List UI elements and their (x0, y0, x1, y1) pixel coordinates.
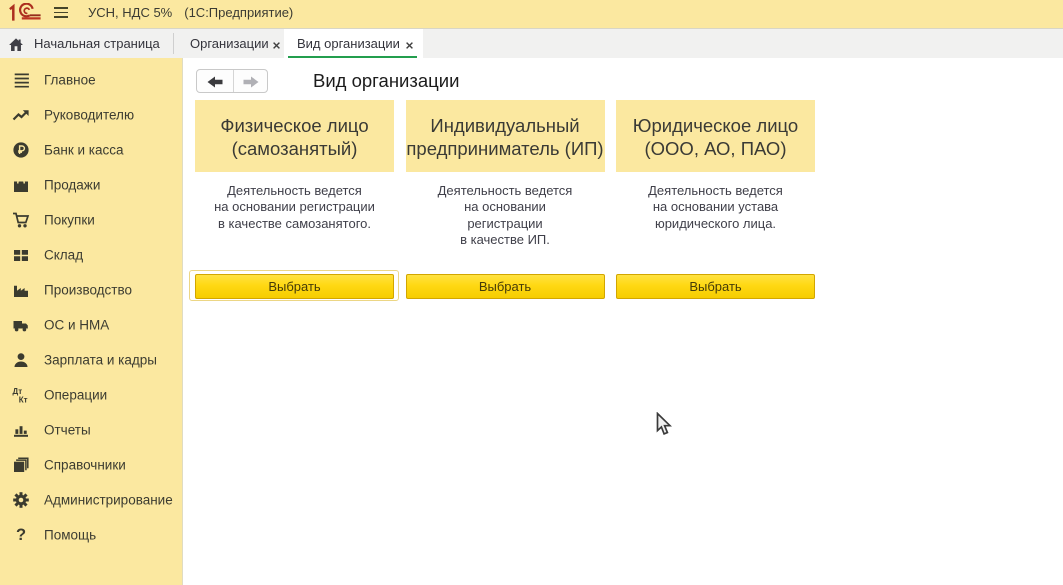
svg-text:Кт: Кт (19, 395, 28, 403)
